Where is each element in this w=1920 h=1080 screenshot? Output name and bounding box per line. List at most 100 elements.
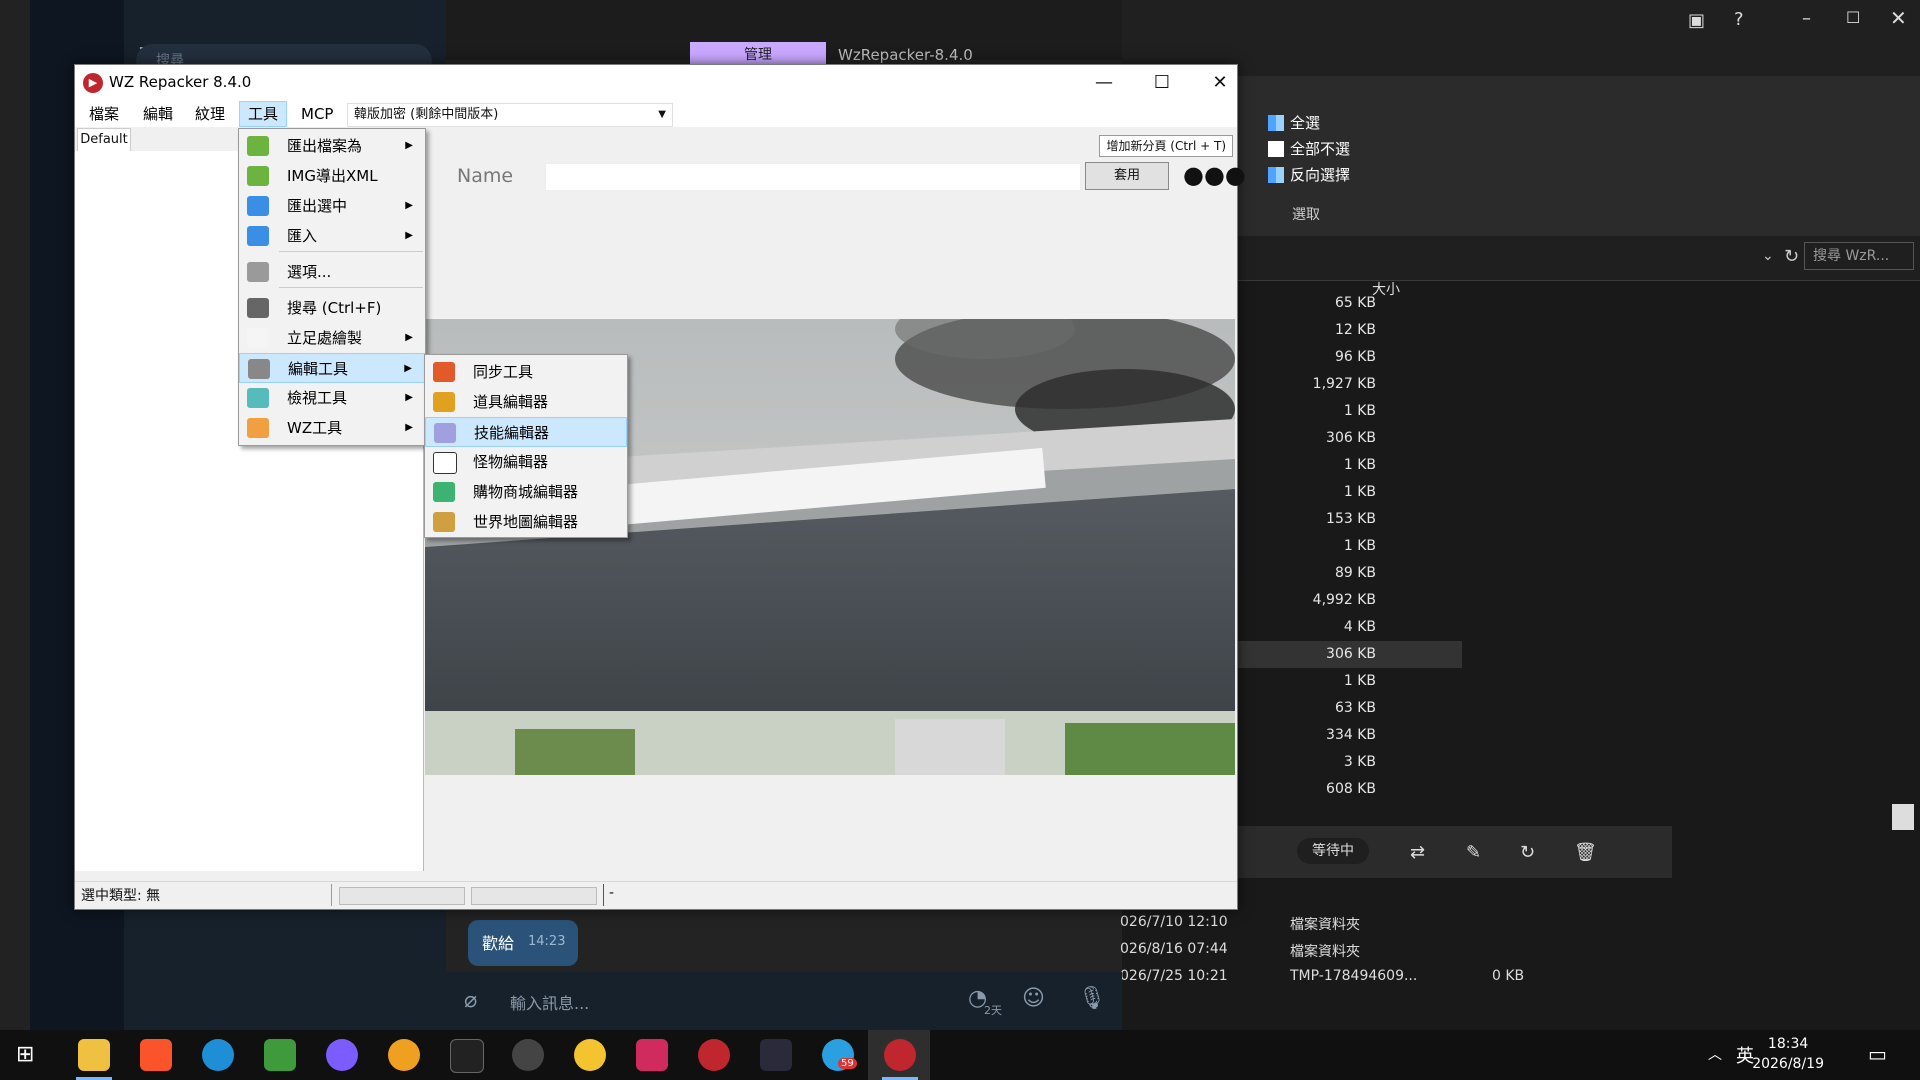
file-size: 306 KB xyxy=(1326,430,1376,446)
close-button[interactable]: ✕ xyxy=(1191,65,1249,101)
invert-selection-icon xyxy=(1268,166,1284,183)
progress-bar-1 xyxy=(339,887,465,905)
apply-button[interactable]: 套用 xyxy=(1085,162,1169,190)
pending-status-button[interactable]: 等待中 xyxy=(1297,838,1369,864)
refresh-icon[interactable]: ↻ xyxy=(1520,842,1535,863)
edge-browser-icon[interactable] xyxy=(202,1039,234,1071)
windows-start-icon[interactable]: ⊞ xyxy=(16,1042,34,1067)
terminal-icon[interactable] xyxy=(450,1039,484,1073)
character-app-icon[interactable] xyxy=(512,1039,544,1071)
wz-repacker-taskbar-icon[interactable] xyxy=(884,1039,916,1071)
menu-item-icon xyxy=(247,298,269,318)
menu-mcp[interactable]: MCP xyxy=(293,101,341,127)
menu-item-label: 檢視工具 xyxy=(287,389,348,407)
menu-item-label: 怪物編輯器 xyxy=(473,453,549,471)
name-label: Name xyxy=(457,165,514,187)
microphone-icon[interactable]: 🎙 xyxy=(1078,986,1106,1011)
tools-menu-item[interactable]: IMG導出XML xyxy=(239,161,425,191)
rider-icon[interactable] xyxy=(636,1039,668,1071)
clock[interactable]: 18:34 2026/8/19 xyxy=(1752,1034,1824,1074)
chat-compose-bar: ⌀ 輸入訊息... ◔ 2天 ☺ 🎙 xyxy=(446,972,1122,1030)
minimize-icon[interactable]: – xyxy=(1802,8,1811,29)
more-options-button[interactable]: ●●● xyxy=(1183,161,1246,189)
status-divider xyxy=(331,884,332,906)
tools-menu-item[interactable]: 立足處繪製 ▶ xyxy=(239,323,425,353)
tools-menu-item[interactable]: 搜尋 (Ctrl+F) xyxy=(239,293,425,323)
brave-browser-icon[interactable] xyxy=(140,1039,172,1071)
add-tab-button[interactable]: 增加新分頁 (Ctrl + T) xyxy=(1099,135,1233,157)
chevron-down-icon[interactable]: ⌄ xyxy=(1762,248,1774,264)
encryption-select[interactable]: 韓版加密 (剩餘中間版本) ▼ xyxy=(347,103,673,127)
progress-bar-2 xyxy=(471,887,597,905)
edit-tools-menu-item[interactable]: 購物商城編輯器 xyxy=(425,477,627,507)
submenu-arrow-icon: ▶ xyxy=(404,363,412,374)
chat-message-bubble[interactable]: 歡給 14:23 xyxy=(468,920,578,966)
close-icon[interactable]: ✕ xyxy=(1890,6,1907,30)
file-size: 4,992 KB xyxy=(1312,592,1376,608)
menu-tools[interactable]: 工具 xyxy=(239,101,288,127)
edit-tools-menu-item[interactable]: 世界地圖編輯器 xyxy=(425,507,627,537)
wz-app-icon[interactable] xyxy=(698,1039,730,1071)
notification-icon[interactable]: ▭ xyxy=(1868,1042,1887,1066)
menu-texture[interactable]: 紋理 xyxy=(187,101,233,127)
edit-icon[interactable]: ✎ xyxy=(1466,842,1481,863)
file-size: 89 KB xyxy=(1334,565,1376,581)
refresh-icon[interactable]: ↻ xyxy=(1784,246,1799,267)
file-size: 12 KB xyxy=(1334,322,1376,338)
scrollbar-thumb[interactable] xyxy=(1892,804,1914,830)
menu-item-label: 匯入 xyxy=(287,227,318,245)
tools-menu-item[interactable]: WZ工具 ▶ xyxy=(239,413,425,443)
file-explorer-icon[interactable] xyxy=(78,1039,110,1071)
tools-menu-item[interactable]: 匯出選中 ▶ xyxy=(239,191,425,221)
menu-item-icon xyxy=(247,166,269,186)
swap-icon[interactable]: ⇄ xyxy=(1410,842,1425,863)
name-input[interactable] xyxy=(545,163,1081,191)
selected-type-label: 選中類型: 無 xyxy=(81,888,161,904)
inbox-icon[interactable]: ▣ xyxy=(1688,10,1705,31)
minimize-button[interactable]: — xyxy=(1075,65,1133,101)
edit-tools-menu-item[interactable]: 同步工具 xyxy=(425,357,627,387)
tools-menu-item[interactable]: 檢視工具 ▶ xyxy=(239,383,425,413)
file-size: 1 KB xyxy=(1343,538,1376,554)
select-none-icon xyxy=(1268,140,1284,157)
edit-tools-menu-item[interactable]: 技能編輯器 xyxy=(425,417,627,447)
tab-default[interactable]: Default xyxy=(77,128,131,151)
menu-item-icon xyxy=(433,512,455,532)
select-none-button[interactable]: 全部不選 xyxy=(1268,138,1350,159)
tools-menu-item[interactable]: 匯入 ▶ xyxy=(239,221,425,251)
menu-item-icon xyxy=(247,418,269,438)
game-app-icon[interactable] xyxy=(760,1039,792,1071)
address-bar: ⌄ ↻ 搜尋 WzR... xyxy=(1122,236,1920,281)
trash-icon[interactable]: 🗑 xyxy=(1574,842,1597,863)
attachment-icon[interactable]: ⌀ xyxy=(464,988,477,1013)
tools-menu-item[interactable]: 編輯工具 ▶ xyxy=(239,353,425,383)
menu-item-label: 編輯工具 xyxy=(288,360,349,378)
file-size: 1 KB xyxy=(1343,403,1376,419)
chevron-up-icon[interactable]: ︿ xyxy=(1708,1044,1722,1064)
select-none-label: 全部不選 xyxy=(1290,140,1351,158)
maximize-button[interactable]: ☐ xyxy=(1133,65,1191,101)
notepad-plus-icon[interactable] xyxy=(264,1039,296,1071)
explorer-search-input[interactable]: 搜尋 WzR... xyxy=(1804,242,1914,270)
invert-selection-button[interactable]: 反向選擇 xyxy=(1268,164,1350,185)
media-app-icon[interactable] xyxy=(574,1039,606,1071)
help-icon[interactable]: ? xyxy=(1734,9,1744,30)
chat-message-input[interactable]: 輸入訊息... xyxy=(510,990,589,1014)
edit-tools-menu-item[interactable]: 道具編輯器 xyxy=(425,387,627,417)
submenu-arrow-icon: ▶ xyxy=(405,392,413,403)
maximize-icon[interactable]: ☐ xyxy=(1846,8,1860,27)
discord-icon[interactable] xyxy=(388,1039,420,1071)
recent-row[interactable]: 026/7/25 10:21 TMP-178494609... 0 KB xyxy=(1120,968,1918,994)
tools-menu-item[interactable]: 選項... xyxy=(239,257,425,287)
select-all-button[interactable]: 全選 xyxy=(1268,112,1320,133)
edit-tools-menu-item[interactable]: 怪物編輯器 xyxy=(425,447,627,477)
menu-file[interactable]: 檔案 xyxy=(81,101,127,127)
discord-ptb-icon[interactable] xyxy=(326,1039,358,1071)
menu-edit[interactable]: 編輯 xyxy=(135,101,181,127)
tools-menu-item[interactable]: 匯出檔案為 ▶ xyxy=(239,131,425,161)
recent-row[interactable]: 026/8/16 07:44 檔案資料夾 xyxy=(1120,941,1918,967)
recent-row[interactable]: 026/7/10 12:10 檔案資料夾 xyxy=(1120,914,1918,940)
emoji-icon[interactable]: ☺ xyxy=(1022,986,1045,1011)
menu-item-label: 匯出選中 xyxy=(287,197,348,215)
file-size: 153 KB xyxy=(1326,511,1376,527)
